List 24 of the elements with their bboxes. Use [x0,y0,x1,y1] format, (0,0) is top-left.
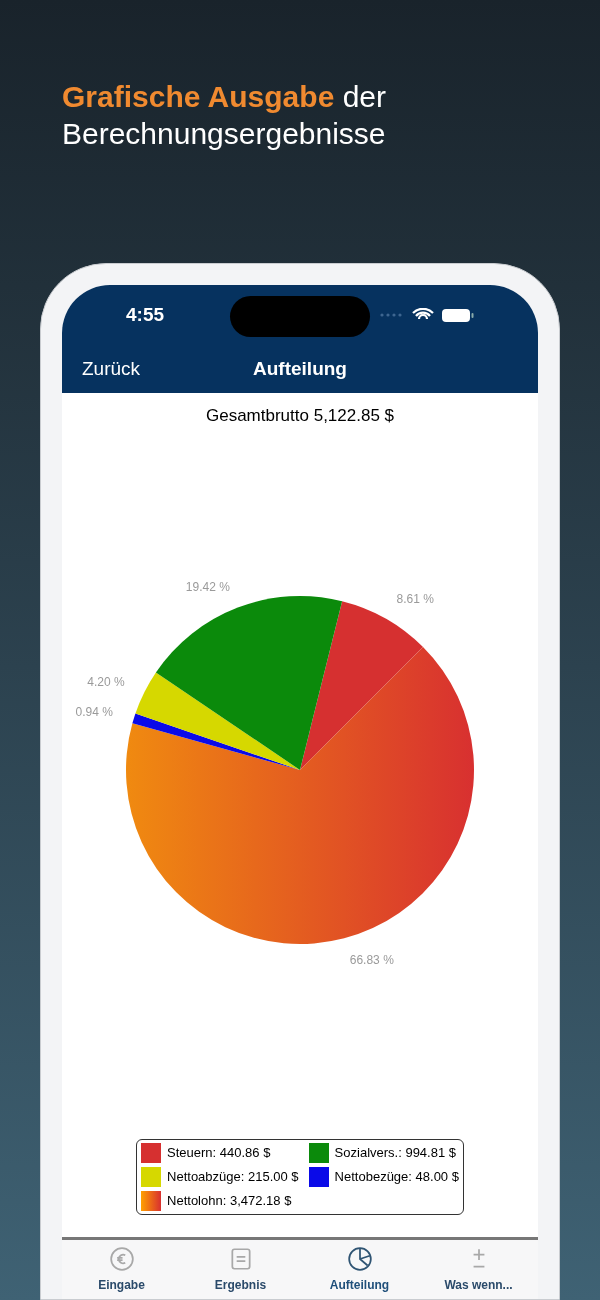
legend-label: Nettolohn: 3,472.18 $ [167,1192,292,1211]
total-amount: Gesamtbrutto 5,122.85 $ [205,405,395,427]
legend-label: Nettoabzüge: 215.00 $ [167,1168,299,1187]
pie-chart-icon [346,1246,373,1272]
legend-label: Sozialvers.: 994.81 $ [334,1144,456,1163]
tab-item[interactable]: Was wenn... [419,1246,538,1294]
percent-label: 4.20 % [87,675,125,690]
legend-label: Steuern: 440.86 $ [167,1144,271,1163]
percent-label: 19.42 % [185,579,230,594]
battery-icon [442,308,474,322]
percent-label: 0.94 % [75,704,113,719]
back-button[interactable]: Zurück [82,354,141,384]
wifi-icon [412,308,434,322]
status-time: 4:55 [126,302,165,327]
percent-label: 8.61 % [396,592,434,607]
tab-item[interactable]: Ergebnis [181,1246,300,1294]
legend-label: Nettobezüge: 48.00 $ [334,1168,459,1187]
euro-icon [108,1246,135,1272]
tab-item[interactable]: Eingabe [62,1246,181,1294]
tab-item[interactable]: Aufteilung [300,1246,419,1294]
nav-title: Aufteilung [253,356,347,381]
headline: Grafische Ausgabe der Berechnungsergebnisse [62,79,388,152]
percent-label: 66.83 % [349,952,394,967]
signal-icon [380,313,404,317]
